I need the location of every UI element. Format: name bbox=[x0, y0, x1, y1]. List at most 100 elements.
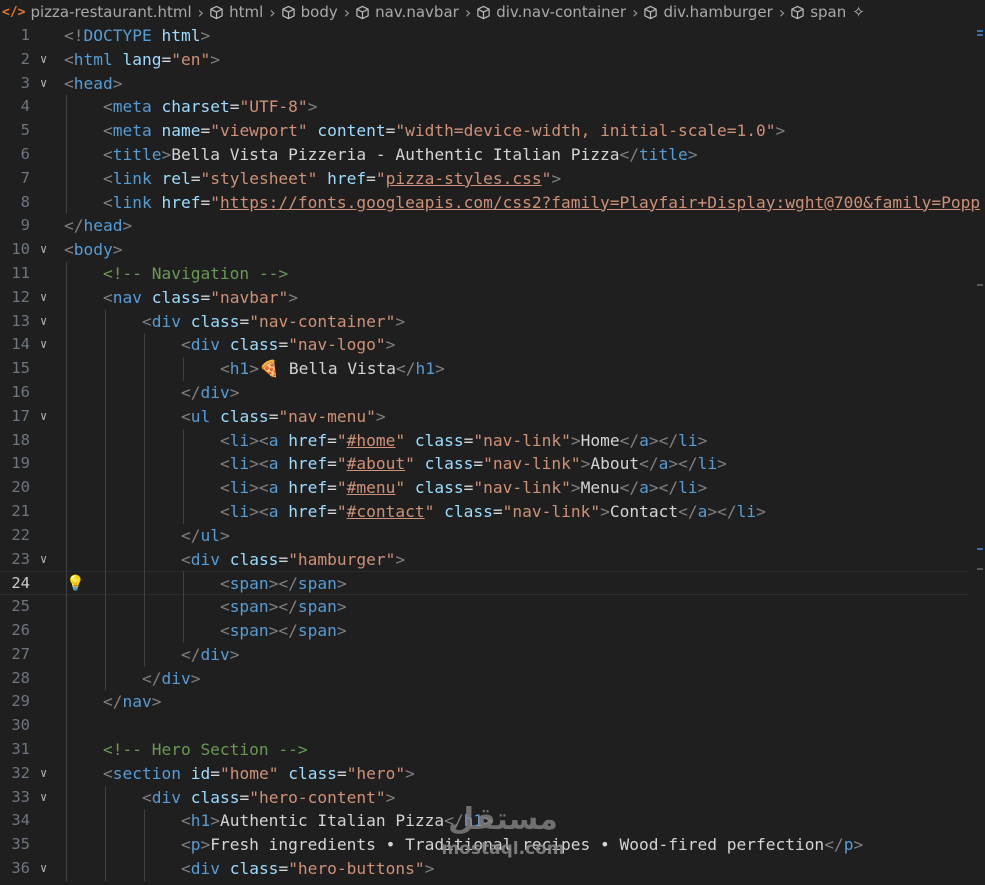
fold-chevron-icon[interactable]: ∨ bbox=[40, 857, 47, 881]
code-line[interactable]: 22 </ul> bbox=[0, 524, 968, 548]
line-number[interactable]: 16 bbox=[0, 381, 30, 405]
code-line[interactable]: 29 </nav> bbox=[0, 690, 968, 714]
code-line[interactable]: 20 <li><a href="#menu" class="nav-link">… bbox=[0, 476, 968, 500]
line-number[interactable]: 9 bbox=[0, 214, 30, 238]
line-number[interactable]: 6 bbox=[0, 143, 30, 167]
breadcrumb-item[interactable]: body bbox=[301, 3, 338, 21]
code-line[interactable]: 3 ∨ <head> bbox=[0, 72, 968, 96]
line-number[interactable]: 20 bbox=[0, 476, 30, 500]
code-text[interactable]: <!-- Navigation --> bbox=[64, 262, 288, 286]
code-line[interactable]: 8 <link href="https://fonts.googleapis.c… bbox=[0, 191, 980, 215]
code-line[interactable]: 24 💡 <span></span> bbox=[0, 571, 968, 596]
code-text[interactable]: <nav class="navbar"> bbox=[64, 286, 298, 310]
code-text[interactable]: <body> bbox=[64, 238, 122, 262]
sparkle-icon[interactable]: ✧ bbox=[852, 3, 865, 21]
code-line[interactable]: 27 </div> bbox=[0, 643, 968, 667]
code-text[interactable]: <!-- Hero Section --> bbox=[64, 738, 308, 762]
code-text[interactable]: <li><a href="#home" class="nav-link">Hom… bbox=[64, 429, 707, 453]
code-line[interactable]: 23 ∨ <div class="hamburger"> bbox=[0, 548, 968, 572]
code-text[interactable]: <meta name="viewport" content="width=dev… bbox=[64, 119, 785, 143]
fold-chevron-icon[interactable]: ∨ bbox=[40, 310, 47, 334]
code-text[interactable]: <span></span> bbox=[64, 572, 347, 596]
code-text[interactable]: <!DOCTYPE html> bbox=[64, 24, 210, 48]
code-line[interactable]: 25 <span></span> bbox=[0, 595, 968, 619]
overview-ruler[interactable] bbox=[975, 24, 983, 885]
code-text[interactable]: <li><a href="#contact" class="nav-link">… bbox=[64, 500, 766, 524]
code-line[interactable]: 18 <li><a href="#home" class="nav-link">… bbox=[0, 429, 968, 453]
code-line[interactable]: 19 <li><a href="#about" class="nav-link"… bbox=[0, 452, 968, 476]
line-number[interactable]: 3 bbox=[0, 72, 30, 96]
code-text[interactable]: <li><a href="#menu" class="nav-link">Men… bbox=[64, 476, 707, 500]
line-number[interactable]: 8 bbox=[0, 191, 30, 215]
fold-chevron-icon[interactable]: ∨ bbox=[40, 238, 47, 262]
code-text[interactable]: <ul class="nav-menu"> bbox=[64, 405, 386, 429]
code-text[interactable]: <div class="nav-logo"> bbox=[64, 333, 395, 357]
code-line[interactable]: 21 <li><a href="#contact" class="nav-lin… bbox=[0, 500, 968, 524]
code-text[interactable]: <h1>🍕 Bella Vista</h1> bbox=[64, 357, 445, 381]
code-editor[interactable]: 1 <!DOCTYPE html> 2 ∨ <html lang="en"> 3 ∨ <hea… bbox=[0, 24, 985, 885]
breadcrumb-item[interactable]: div.nav-container bbox=[496, 3, 626, 21]
code-text[interactable]: </div> bbox=[64, 643, 240, 667]
code-line[interactable]: 30 bbox=[0, 714, 968, 738]
line-number[interactable]: 21 bbox=[0, 500, 30, 524]
code-line[interactable]: 6 <title>Bella Vista Pizzeria - Authenti… bbox=[0, 143, 968, 167]
breadcrumb-item[interactable]: html bbox=[229, 3, 263, 21]
code-text[interactable]: <li><a href="#about" class="nav-link">Ab… bbox=[64, 452, 727, 476]
code-line[interactable]: 26 <span></span> bbox=[0, 619, 968, 643]
breadcrumb-item[interactable]: span bbox=[810, 3, 846, 21]
code-text[interactable]: <div class="hero-content"> bbox=[64, 786, 395, 810]
line-number[interactable]: 12 bbox=[0, 286, 30, 310]
line-number[interactable]: 30 bbox=[0, 714, 30, 738]
code-text[interactable]: <link rel="stylesheet" href="pizza-style… bbox=[64, 167, 561, 191]
fold-chevron-icon[interactable]: ∨ bbox=[40, 72, 47, 96]
line-number[interactable]: 10 bbox=[0, 238, 30, 262]
code-text[interactable]: <div class="hamburger"> bbox=[64, 548, 405, 572]
code-line[interactable]: 15 <h1>🍕 Bella Vista</h1> bbox=[0, 357, 968, 381]
code-line[interactable]: 2 ∨ <html lang="en"> bbox=[0, 48, 968, 72]
line-number[interactable]: 1 bbox=[0, 24, 30, 48]
fold-chevron-icon[interactable]: ∨ bbox=[40, 405, 47, 429]
code-text[interactable]: <meta charset="UTF-8"> bbox=[64, 95, 317, 119]
line-number[interactable]: 29 bbox=[0, 690, 30, 714]
code-text[interactable]: <span></span> bbox=[64, 619, 347, 643]
code-text[interactable]: </div> bbox=[64, 667, 201, 691]
line-number[interactable]: 35 bbox=[0, 833, 30, 857]
line-number[interactable]: 28 bbox=[0, 667, 30, 691]
code-text[interactable]: <section id="home" class="hero"> bbox=[64, 762, 415, 786]
code-text[interactable]: </nav> bbox=[64, 690, 162, 714]
line-number[interactable]: 33 bbox=[0, 786, 30, 810]
line-number[interactable]: 19 bbox=[0, 452, 30, 476]
code-line[interactable]: 12 ∨ <nav class="navbar"> bbox=[0, 286, 968, 310]
code-text[interactable]: </head> bbox=[64, 214, 132, 238]
line-number[interactable]: 26 bbox=[0, 619, 30, 643]
line-number[interactable]: 32 bbox=[0, 762, 30, 786]
code-text[interactable]: </ul> bbox=[64, 524, 230, 548]
code-line[interactable]: 16 </div> bbox=[0, 381, 968, 405]
code-line[interactable]: 4 <meta charset="UTF-8"> bbox=[0, 95, 968, 119]
fold-chevron-icon[interactable]: ∨ bbox=[40, 762, 47, 786]
code-line[interactable]: 28 </div> bbox=[0, 667, 968, 691]
line-number[interactable]: 31 bbox=[0, 738, 30, 762]
code-line[interactable]: 17 ∨ <ul class="nav-menu"> bbox=[0, 405, 968, 429]
line-number[interactable]: 14 bbox=[0, 333, 30, 357]
breadcrumb-item[interactable]: pizza-restaurant.html bbox=[30, 3, 191, 21]
line-number[interactable]: 18 bbox=[0, 429, 30, 453]
code-line[interactable]: 9 </head> bbox=[0, 214, 968, 238]
line-number[interactable]: 15 bbox=[0, 357, 30, 381]
line-number[interactable]: 5 bbox=[0, 119, 30, 143]
fold-chevron-icon[interactable]: ∨ bbox=[40, 286, 47, 310]
line-number[interactable]: 22 bbox=[0, 524, 30, 548]
line-number[interactable]: 24 bbox=[0, 572, 30, 596]
code-text[interactable]: <title>Bella Vista Pizzeria - Authentic … bbox=[64, 143, 698, 167]
code-text[interactable]: <link href="https://fonts.googleapis.com… bbox=[64, 191, 980, 215]
line-number[interactable]: 34 bbox=[0, 809, 30, 833]
code-line[interactable]: 5 <meta name="viewport" content="width=d… bbox=[0, 119, 968, 143]
line-number[interactable]: 4 bbox=[0, 95, 30, 119]
code-line[interactable]: 14 ∨ <div class="nav-logo"> bbox=[0, 333, 968, 357]
code-text[interactable]: </div> bbox=[64, 381, 240, 405]
line-number[interactable]: 27 bbox=[0, 643, 30, 667]
fold-chevron-icon[interactable]: ∨ bbox=[40, 548, 47, 572]
code-line[interactable]: 1 <!DOCTYPE html> bbox=[0, 24, 968, 48]
line-number[interactable]: 25 bbox=[0, 595, 30, 619]
line-number[interactable]: 36 bbox=[0, 857, 30, 881]
